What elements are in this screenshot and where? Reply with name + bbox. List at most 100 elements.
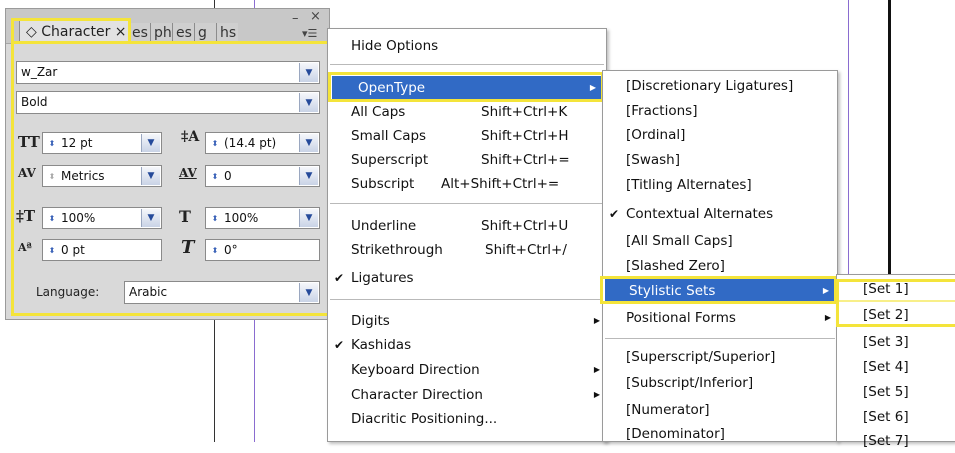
- chevron-down-icon[interactable]: ▼: [299, 93, 318, 112]
- menu-item-positional-forms[interactable]: Positional Forms ▶: [603, 306, 837, 330]
- menu-item-ordinal[interactable]: [Ordinal]: [603, 123, 837, 147]
- spinner-icon[interactable]: ⬍: [210, 214, 220, 223]
- chevron-down-icon[interactable]: ▼: [299, 63, 318, 82]
- leading-field[interactable]: ⬍ (14.4 pt) ▼: [205, 132, 320, 154]
- menu-item-denominator[interactable]: [Denominator]: [603, 422, 837, 446]
- language-label: Language:: [36, 285, 100, 299]
- menu-item-fractions[interactable]: [Fractions]: [603, 99, 837, 123]
- minimize-icon[interactable]: –: [292, 11, 299, 26]
- menu-item-diacritic-positioning[interactable]: Diacritic Positioning...: [328, 407, 606, 431]
- font-style-value: Bold: [21, 95, 48, 109]
- horizontal-scale-field[interactable]: ⬍ 100% ▼: [205, 207, 320, 229]
- menu-item-set-3[interactable]: [Set 3]: [837, 330, 955, 354]
- kerning-icon: AV: [18, 166, 36, 180]
- chevron-down-icon[interactable]: ▼: [299, 167, 318, 185]
- tab-collapsed[interactable]: g: [194, 23, 216, 43]
- chevron-down-icon[interactable]: ▼: [299, 283, 318, 302]
- highlight-annotation: [836, 324, 955, 327]
- menu-item-stylistic-sets[interactable]: Stylistic Sets ▶: [605, 279, 835, 303]
- spinner-icon[interactable]: ⬍: [210, 172, 220, 181]
- menu-item-underline[interactable]: Underline Shift+Ctrl+U: [328, 214, 606, 238]
- menu-item-kashidas[interactable]: ✔ Kashidas: [328, 333, 606, 357]
- menu-item-strikethrough[interactable]: Strikethrough Shift+Ctrl+/: [328, 238, 606, 262]
- menu-item-all-caps[interactable]: All Caps Shift+Ctrl+K: [328, 100, 606, 124]
- horizontal-scale-icon: T: [179, 207, 191, 226]
- menu-item-set-5[interactable]: [Set 5]: [837, 380, 955, 404]
- menu-separator: [330, 203, 604, 204]
- panel-menu-icon[interactable]: ▾☰: [302, 27, 317, 40]
- menu-item-swash[interactable]: [Swash]: [603, 148, 837, 172]
- leading-value: (14.4 pt): [224, 136, 277, 150]
- font-size-value: 12 pt: [61, 136, 93, 150]
- checkmark-icon: ✔: [334, 271, 345, 285]
- font-style-select[interactable]: Bold ▼: [16, 91, 320, 114]
- leading-icon: ‡A: [181, 129, 200, 145]
- menu-item-discretionary-ligatures[interactable]: [Discretionary Ligatures]: [603, 74, 837, 98]
- spinner-icon[interactable]: ⬍: [210, 139, 220, 148]
- menu-item-hide-options[interactable]: Hide Options: [328, 34, 606, 58]
- font-family-select[interactable]: w_Zar ▼: [16, 61, 320, 84]
- font-size-field[interactable]: ⬍ 12 pt ▼: [42, 132, 162, 154]
- checkmark-icon: ✔: [609, 207, 620, 221]
- menu-item-all-small-caps[interactable]: [All Small Caps]: [603, 229, 837, 253]
- close-icon[interactable]: ×: [310, 9, 321, 24]
- spinner-icon[interactable]: ⬍: [47, 172, 57, 181]
- menu-item-subscript-inferior[interactable]: [Subscript/Inferior]: [603, 371, 837, 395]
- font-size-icon: TT: [18, 133, 40, 151]
- menu-item-slashed-zero[interactable]: [Slashed Zero]: [603, 254, 837, 278]
- tab-character[interactable]: ◇ Character ×: [19, 19, 129, 44]
- tab-collapsed[interactable]: ph: [150, 23, 172, 43]
- submenu-arrow-icon: ▶: [593, 390, 600, 399]
- menu-item-digits[interactable]: Digits ▶: [328, 309, 606, 333]
- font-family-value: w_Zar: [21, 65, 58, 79]
- menu-item-set-7[interactable]: [Set 7]: [837, 429, 955, 453]
- baseline-shift-value: 0 pt: [61, 243, 85, 257]
- menu-item-subscript[interactable]: Subscript Alt+Shift+Ctrl+=: [328, 172, 606, 196]
- highlight-annotation: [128, 41, 331, 44]
- menu-item-superscript-superior[interactable]: [Superscript/Superior]: [603, 345, 837, 369]
- menu-item-titling-alternates[interactable]: [Titling Alternates]: [603, 173, 837, 197]
- chevron-down-icon[interactable]: ▼: [141, 134, 160, 152]
- menu-separator: [330, 64, 604, 65]
- menu-item-character-direction[interactable]: Character Direction ▶: [328, 383, 606, 407]
- submenu-arrow-icon: ▶: [593, 316, 600, 325]
- horizontal-scale-value: 100%: [224, 211, 259, 225]
- character-panel: ◇ Character × es ph es g hs – × ▾☰ w_Zar…: [5, 8, 330, 320]
- chevron-down-icon[interactable]: ▼: [141, 167, 160, 185]
- menu-item-numerator[interactable]: [Numerator]: [603, 398, 837, 422]
- tab-collapsed[interactable]: es: [128, 23, 150, 43]
- menu-item-contextual-alternates[interactable]: ✔ Contextual Alternates: [603, 202, 837, 226]
- menu-separator: [330, 299, 604, 300]
- skew-field[interactable]: ⬍ 0°: [205, 239, 320, 261]
- vertical-scale-field[interactable]: ⬍ 100% ▼: [42, 207, 162, 229]
- spinner-icon[interactable]: ⬍: [47, 139, 57, 148]
- tracking-value: 0: [224, 169, 232, 183]
- menu-item-set-4[interactable]: [Set 4]: [837, 355, 955, 379]
- tab-collapsed[interactable]: es: [172, 23, 194, 43]
- spinner-icon[interactable]: ⬍: [47, 246, 57, 255]
- tab-collapsed[interactable]: hs: [216, 23, 238, 43]
- kerning-field[interactable]: ⬍ Metrics ▼: [42, 165, 162, 187]
- highlight-annotation: [836, 279, 839, 327]
- menu-item-superscript[interactable]: Superscript Shift+Ctrl+=: [328, 148, 606, 172]
- menu-item-small-caps[interactable]: Small Caps Shift+Ctrl+H: [328, 124, 606, 148]
- chevron-down-icon[interactable]: ▼: [299, 134, 318, 152]
- menu-item-keyboard-direction[interactable]: Keyboard Direction ▶: [328, 358, 606, 382]
- checkmark-icon: ✔: [334, 338, 345, 352]
- submenu-arrow-icon: ▶: [589, 83, 596, 92]
- menu-item-opentype[interactable]: OpenType ▶: [332, 76, 602, 100]
- spinner-icon[interactable]: ⬍: [47, 214, 57, 223]
- submenu-arrow-icon: ▶: [593, 365, 600, 374]
- menu-item-set-6[interactable]: [Set 6]: [837, 405, 955, 429]
- chevron-down-icon[interactable]: ▼: [141, 209, 160, 227]
- opentype-submenu: [Discretionary Ligatures] [Fractions] [O…: [602, 70, 838, 442]
- chevron-down-icon[interactable]: ▼: [299, 209, 318, 227]
- menu-item-ligatures[interactable]: ✔ Ligatures: [328, 266, 606, 290]
- context-menu: Hide Options OpenType ▶ All Caps Shift+C…: [327, 28, 607, 442]
- submenu-arrow-icon: ▶: [824, 313, 831, 322]
- language-select[interactable]: Arabic ▼: [124, 281, 320, 304]
- spinner-icon[interactable]: ⬍: [210, 246, 220, 255]
- tracking-field[interactable]: ⬍ 0 ▼: [205, 165, 320, 187]
- submenu-arrow-icon: ▶: [822, 286, 829, 295]
- baseline-shift-field[interactable]: ⬍ 0 pt: [42, 239, 162, 261]
